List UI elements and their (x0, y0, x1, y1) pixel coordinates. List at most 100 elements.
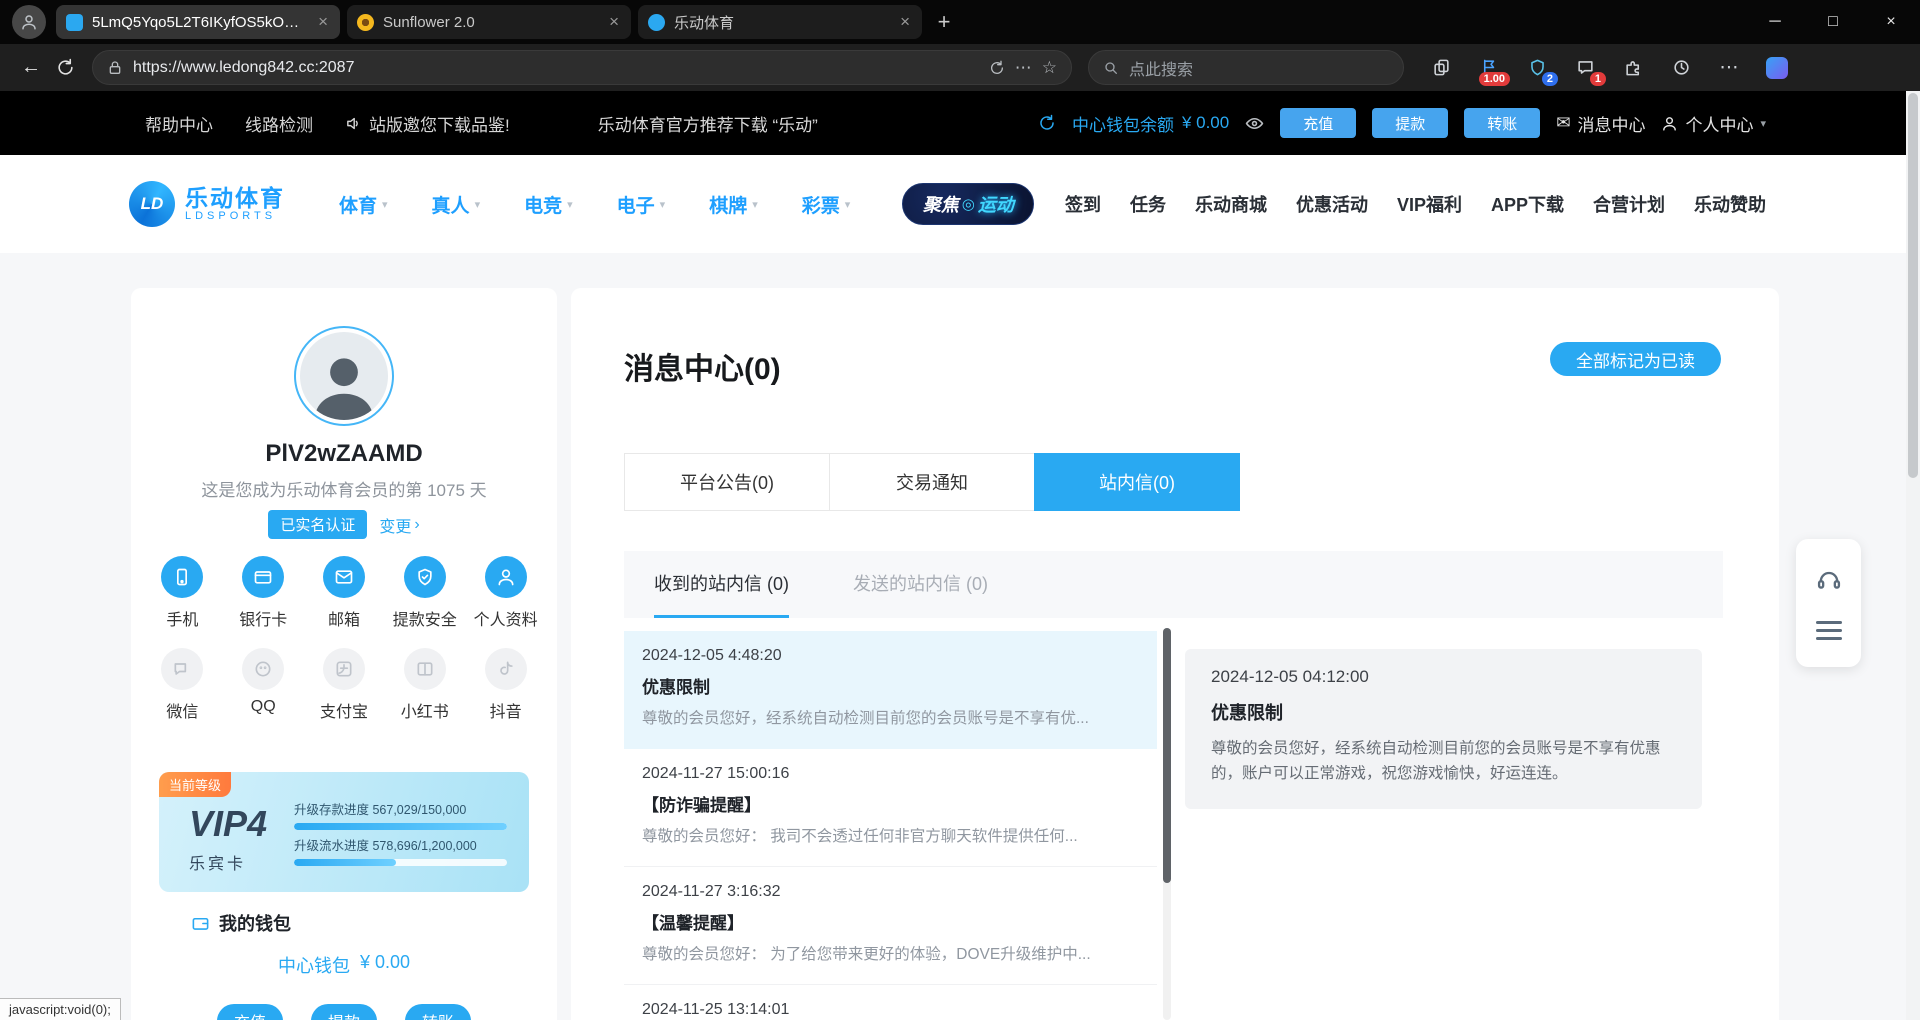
mark-all-read-button[interactable]: 全部标记为已读 (1550, 342, 1721, 376)
deposit-button[interactable]: 充值 (1280, 108, 1356, 138)
menu-hamburger-icon[interactable] (1816, 621, 1842, 640)
menu-cards[interactable]: 棋牌▾ (709, 191, 758, 218)
chevron-down-icon: ▾ (660, 198, 666, 211)
transfer-button[interactable]: 转账 (405, 1004, 471, 1020)
customer-service-headset-icon[interactable] (1815, 566, 1843, 594)
message-list-item[interactable]: 2024-11-25 13:14:01 (624, 985, 1157, 1020)
social-items-row: 微信 QQ 支付宝 小红书 抖音 (142, 648, 546, 722)
message-list-item[interactable]: 2024-11-27 3:16:32 【温馨提醒】 尊敬的会员您好： 为了给您带… (624, 867, 1157, 985)
browser-page-scrollbar (1906, 91, 1920, 1020)
transfer-button[interactable]: 转账 (1464, 108, 1540, 138)
nav-checkin[interactable]: 签到 (1065, 191, 1101, 217)
menu-esports[interactable]: 电竞▾ (524, 191, 573, 218)
chevron-down-icon: ▾ (845, 198, 851, 211)
wallet-balance-label: 中心钱包余额 (1072, 111, 1174, 136)
chat-extension-icon[interactable]: 1 (1566, 50, 1604, 86)
security-item-withdraw-safety[interactable]: 提款安全 (384, 556, 465, 630)
help-center-link[interactable]: 帮助中心 (145, 111, 213, 136)
turnover-progress-bar (294, 859, 507, 866)
tab-close-icon[interactable]: × (607, 12, 621, 32)
person-icon (1661, 115, 1678, 132)
browser-tab-1[interactable]: 5LmQ5Yqo5L2T6IKyfOS5kOWKqOS9... × (56, 5, 340, 39)
message-title: 优惠限制 (642, 673, 1139, 698)
message-center-link[interactable]: ✉ 消息中心 (1556, 111, 1645, 136)
nav-vip[interactable]: VIP福利 (1397, 191, 1462, 217)
menu-lottery[interactable]: 彩票▾ (802, 191, 851, 218)
reload-button[interactable] (48, 51, 82, 85)
tab-transaction-notices[interactable]: 交易通知 (829, 453, 1035, 511)
browser-tab-2[interactable]: Sunflower 2.0 × (347, 5, 631, 39)
change-link[interactable]: 变更› (379, 513, 419, 537)
search-input[interactable]: 点此搜索 (1088, 50, 1404, 85)
copy-pages-icon[interactable] (1422, 50, 1460, 86)
tab-close-icon[interactable]: × (898, 12, 912, 32)
social-item-qq[interactable]: QQ (223, 648, 304, 722)
nav-app-download[interactable]: APP下载 (1491, 191, 1564, 217)
phone-icon (161, 556, 203, 598)
withdraw-button[interactable]: 提款 (1372, 108, 1448, 138)
message-list: 2024-12-05 4:48:20 优惠限制 尊敬的会员您好，经系统自动检测目… (624, 631, 1157, 1020)
browser-profile-button[interactable] (12, 5, 46, 39)
message-list-item[interactable]: 2024-12-05 4:48:20 优惠限制 尊敬的会员您好，经系统自动检测目… (624, 631, 1157, 749)
more-menu-icon[interactable]: ⋯ (1710, 50, 1748, 86)
copilot-sidebar-icon[interactable] (1758, 50, 1796, 86)
message-list-scroll-thumb[interactable] (1163, 628, 1171, 883)
back-button[interactable]: ← (14, 51, 48, 85)
tab-favicon-sunflower-icon (357, 14, 374, 31)
security-item-bank-card[interactable]: 银行卡 (223, 556, 304, 630)
nav-mall[interactable]: 乐动商城 (1195, 191, 1267, 217)
withdraw-button[interactable]: 提款 (311, 1004, 377, 1020)
tab-close-icon[interactable]: × (316, 12, 330, 32)
subtab-sent-mail[interactable]: 发送的站内信 (0) (853, 551, 988, 618)
security-item-phone[interactable]: 手机 (142, 556, 223, 630)
refresh-balance-icon[interactable] (1038, 114, 1056, 132)
security-item-personal-info[interactable]: 个人资料 (465, 556, 546, 630)
social-item-wechat[interactable]: 微信 (142, 648, 223, 722)
new-tab-button[interactable]: + (929, 7, 959, 37)
menu-live[interactable]: 真人▾ (432, 191, 481, 218)
social-item-alipay[interactable]: 支付宝 (304, 648, 385, 722)
menu-slots[interactable]: 电子▾ (617, 191, 666, 218)
lock-icon (107, 60, 123, 76)
message-list-item[interactable]: 2024-11-27 15:00:16 【防诈骗提醒】 尊敬的会员您好： 我司不… (624, 749, 1157, 867)
address-more-icon[interactable]: ⋯ (1015, 58, 1032, 78)
line-check-link[interactable]: 线路检测 (245, 111, 313, 136)
social-item-douyin[interactable]: 抖音 (465, 648, 546, 722)
focus-sports-badge[interactable]: 聚焦 ◎ 运动 (902, 183, 1034, 225)
deposit-progress-fill (294, 823, 507, 830)
site-main-nav: LD 乐动体育 LDSPORTS 体育▾ 真人▾ 电竞▾ 电子▾ 棋牌▾ 彩票▾… (0, 155, 1906, 253)
nav-promos[interactable]: 优惠活动 (1296, 191, 1368, 217)
window-maximize-button[interactable]: □ (1804, 0, 1862, 44)
browser-page-scroll-thumb[interactable] (1908, 93, 1918, 478)
message-date: 2024-12-05 4:48:20 (642, 647, 1139, 665)
site-logo[interactable]: LD 乐动体育 LDSPORTS (129, 181, 285, 227)
security-item-email[interactable]: 邮箱 (304, 556, 385, 630)
web-page: 帮助中心 线路检测 站版邀您下载品鉴! 乐动体育官方推荐下载 “乐动” 中心钱包… (0, 91, 1906, 1020)
download-notice-link[interactable]: 站版邀您下载品鉴! (345, 111, 510, 136)
wallet-extension-icon[interactable]: 1.00 (1470, 50, 1508, 86)
window-close-button[interactable]: × (1862, 0, 1920, 44)
window-minimize-button[interactable]: ─ (1746, 0, 1804, 44)
user-icon (485, 556, 527, 598)
nav-tasks[interactable]: 任务 (1130, 191, 1166, 217)
deposit-button[interactable]: 充值 (217, 1004, 283, 1020)
tab-site-mail[interactable]: 站内信(0) (1034, 453, 1240, 511)
browser-tab-3[interactable]: 乐动体育 × (638, 5, 922, 39)
subtab-received-mail[interactable]: 收到的站内信 (0) (654, 551, 789, 618)
personal-center-link[interactable]: 个人中心 ▾ (1661, 111, 1766, 136)
tab-platform-announcements[interactable]: 平台公告(0) (624, 453, 830, 511)
extensions-puzzle-icon[interactable] (1614, 50, 1652, 86)
personal-center-label: 个人中心 (1685, 111, 1753, 136)
menu-sports[interactable]: 体育▾ (339, 191, 388, 218)
eye-icon[interactable] (1245, 114, 1264, 133)
shield-extension-icon[interactable]: 2 (1518, 50, 1556, 86)
window-controls: ─ □ × (1746, 0, 1920, 44)
nav-sponsor[interactable]: 乐动赞助 (1694, 191, 1766, 217)
page-refresh-icon[interactable] (989, 60, 1005, 76)
nav-partner[interactable]: 合营计划 (1593, 191, 1665, 217)
social-item-xiaohongshu[interactable]: 小红书 (384, 648, 465, 722)
deposit-progress-bar (294, 823, 507, 830)
address-bar[interactable]: https://www.ledong842.cc:2087 ⋯ ☆ (92, 50, 1072, 85)
favorite-star-icon[interactable]: ☆ (1042, 58, 1057, 78)
history-clock-icon[interactable] (1662, 50, 1700, 86)
